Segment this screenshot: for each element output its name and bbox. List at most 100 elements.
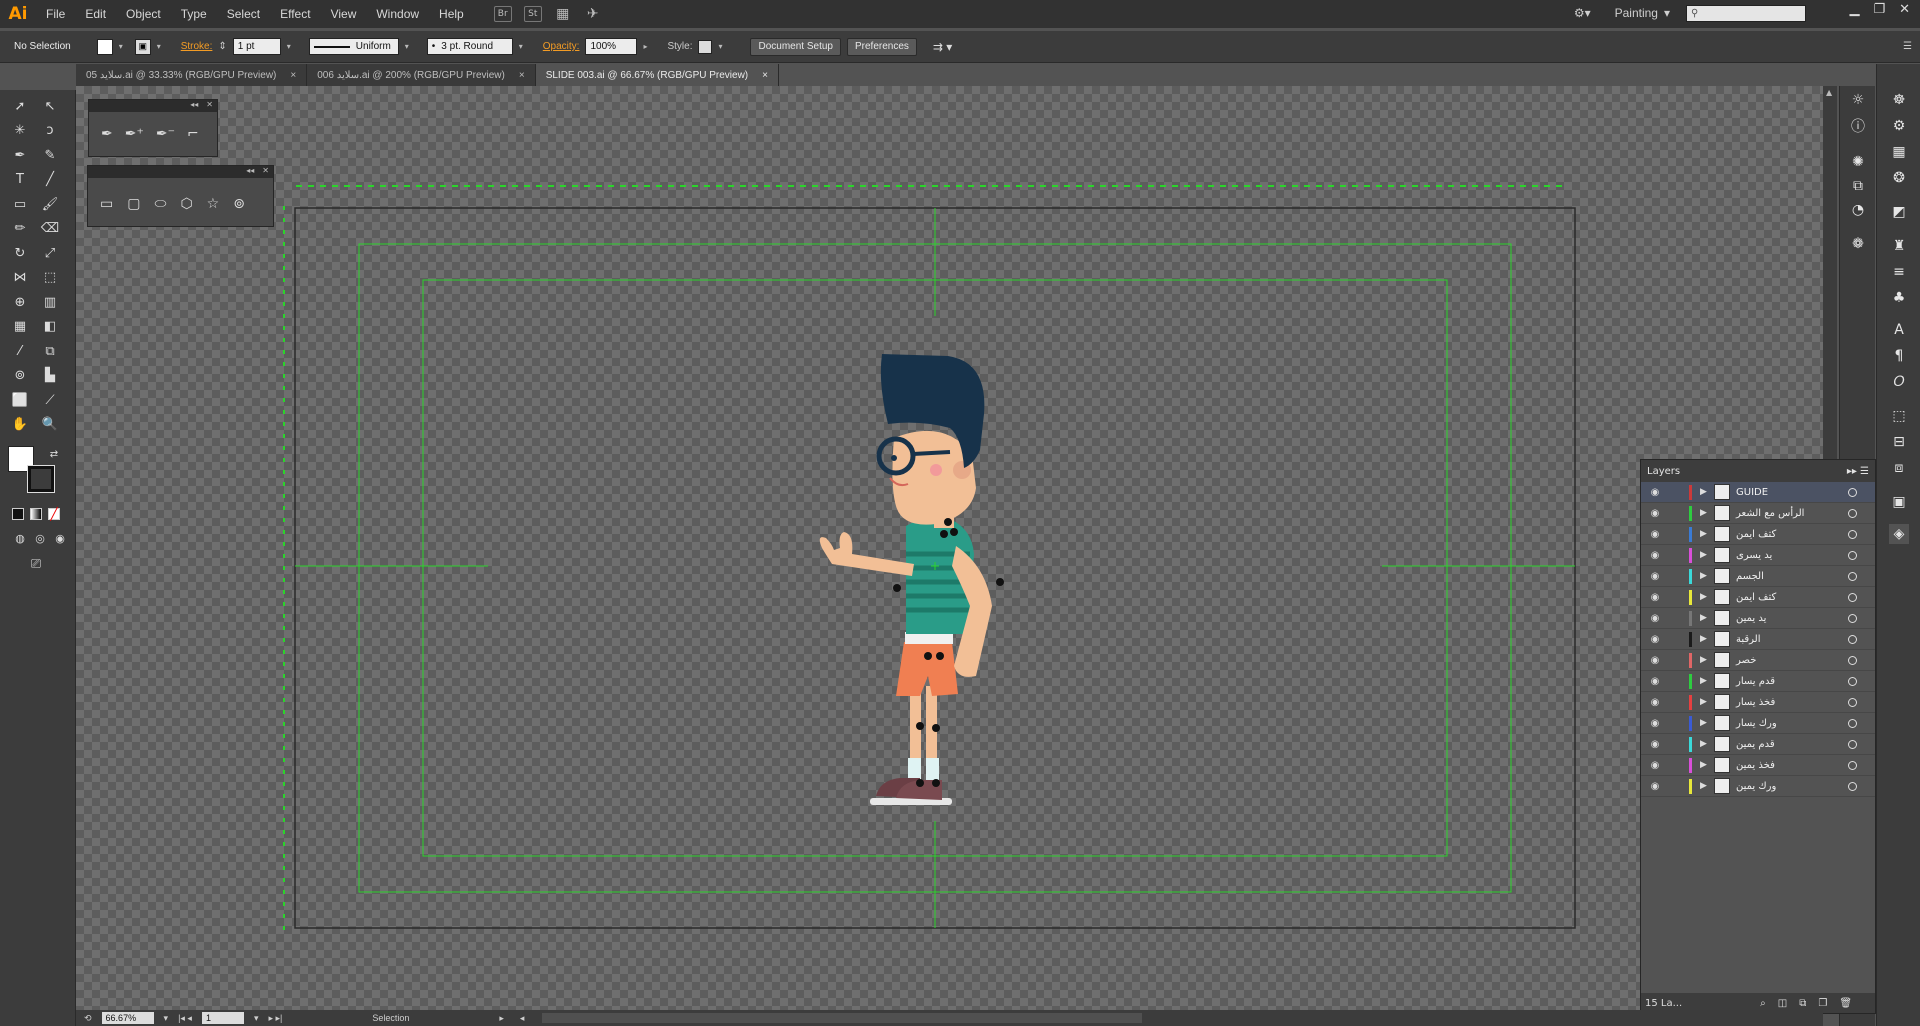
- expand-arrow-icon[interactable]: ▶: [1700, 634, 1710, 644]
- close-icon[interactable]: ✕: [262, 166, 269, 178]
- none-mode-icon[interactable]: ╱: [48, 508, 60, 520]
- artboard-number-field[interactable]: 1: [201, 1012, 244, 1024]
- symbols-club-icon[interactable]: ♣: [1889, 288, 1909, 308]
- color-mode-icon[interactable]: [12, 508, 24, 520]
- pathfinder-icon[interactable]: ⧈: [1889, 458, 1909, 478]
- layer-name[interactable]: الرقبة: [1736, 634, 1836, 645]
- rounded-rectangle-tool-icon[interactable]: ▢: [127, 196, 140, 212]
- layer-name[interactable]: GUIDE: [1736, 487, 1836, 498]
- visibility-eye-icon[interactable]: ◉: [1647, 550, 1663, 561]
- layer-row[interactable]: ◉ ▶ فخذ يمين: [1641, 755, 1875, 776]
- recolor-icon[interactable]: ⚙: [1889, 116, 1909, 136]
- close-icon[interactable]: ✕: [1899, 2, 1910, 17]
- layer-name[interactable]: الجسم: [1736, 571, 1836, 582]
- collapse-icon[interactable]: ◂◂: [190, 100, 198, 112]
- target-circle-icon[interactable]: [1848, 529, 1857, 539]
- layer-row[interactable]: ◉ ▶ فخذ يسار: [1641, 692, 1875, 713]
- visibility-eye-icon[interactable]: ◉: [1647, 718, 1663, 729]
- expand-arrow-icon[interactable]: ▶: [1700, 760, 1710, 770]
- layer-row[interactable]: ◉ ▶ يد يسرى: [1641, 545, 1875, 566]
- expand-arrow-icon[interactable]: ▶: [1700, 697, 1710, 707]
- layer-row[interactable]: ◉ ▶ ورك يمين: [1641, 776, 1875, 797]
- make-clipping-mask-icon[interactable]: ◫: [1778, 998, 1787, 1009]
- maximize-icon[interactable]: ❐: [1873, 2, 1885, 17]
- expand-arrow-icon[interactable]: ▶: [1700, 571, 1710, 581]
- anchor-point-tool-icon[interactable]: ⌐: [187, 126, 199, 142]
- target-circle-icon[interactable]: [1848, 592, 1857, 602]
- new-sublayer-icon[interactable]: ⧉: [1799, 998, 1806, 1009]
- expand-arrow-icon[interactable]: ▶: [1700, 781, 1710, 791]
- layer-row[interactable]: ◉ ▶ قدم يسار: [1641, 671, 1875, 692]
- opentype-icon[interactable]: 𝑂: [1889, 372, 1909, 392]
- target-circle-icon[interactable]: [1848, 571, 1857, 581]
- layer-name[interactable]: كتف ايمن: [1736, 529, 1836, 540]
- add-anchor-point-icon[interactable]: ✒⁺: [125, 126, 144, 142]
- menu-object[interactable]: Object: [116, 7, 171, 21]
- layer-name[interactable]: كتف ايمن: [1736, 592, 1836, 603]
- transparency-icon[interactable]: ◔: [1848, 200, 1868, 220]
- rectangle-tool-icon[interactable]: ▭: [100, 196, 113, 212]
- target-circle-icon[interactable]: [1848, 697, 1857, 707]
- chevron-down-icon[interactable]: ▾: [157, 42, 167, 51]
- rotate-view-icon[interactable]: ⟲: [84, 1013, 92, 1024]
- search-input[interactable]: ⚲: [1686, 5, 1806, 22]
- perspective-grid-tool-icon[interactable]: ▥: [40, 292, 60, 312]
- target-circle-icon[interactable]: [1848, 550, 1857, 560]
- paintbrush-tool-icon[interactable]: 🖌: [40, 194, 60, 214]
- menu-select[interactable]: Select: [217, 7, 270, 21]
- target-circle-icon[interactable]: [1848, 760, 1857, 770]
- chevron-down-icon[interactable]: ▾: [405, 42, 415, 51]
- draw-behind-icon[interactable]: ◎: [30, 528, 50, 548]
- blend-tool-icon[interactable]: ⧉: [40, 341, 60, 361]
- pen-tool-icon[interactable]: ✒: [101, 126, 113, 142]
- eyedropper-tool-icon[interactable]: ⁄: [10, 341, 30, 361]
- brush-definition[interactable]: • 3 pt. Round: [426, 38, 513, 55]
- direct-selection-tool-icon[interactable]: ↖: [40, 96, 60, 116]
- expand-arrow-icon[interactable]: ▶: [1700, 613, 1710, 623]
- stroke-color-swatch[interactable]: [27, 465, 55, 493]
- tab-slide-003[interactable]: SLIDE 003.ai @ 66.67% (RGB/GPU Preview) ×: [535, 64, 779, 86]
- visibility-eye-icon[interactable]: ◉: [1647, 781, 1663, 792]
- graphic-style-swatch[interactable]: [698, 39, 713, 54]
- variable-width-profile[interactable]: Uniform: [308, 38, 399, 55]
- visibility-eye-icon[interactable]: ◉: [1647, 739, 1663, 750]
- hand-tool-icon[interactable]: ✋: [10, 414, 30, 434]
- brushes-icon[interactable]: ❂: [1889, 168, 1909, 188]
- lasso-tool-icon[interactable]: ↄ: [40, 120, 60, 140]
- gradient-icon[interactable]: ◩: [1889, 202, 1909, 222]
- visibility-eye-icon[interactable]: ◉: [1647, 571, 1663, 582]
- target-circle-icon[interactable]: [1848, 739, 1857, 749]
- stroke-icon[interactable]: ≡: [1889, 262, 1909, 282]
- target-circle-icon[interactable]: [1848, 634, 1857, 644]
- layer-name[interactable]: فخذ يمين: [1736, 760, 1836, 771]
- stock-icon[interactable]: St: [523, 6, 542, 22]
- visibility-eye-icon[interactable]: ◉: [1647, 487, 1663, 498]
- swap-colors-icon[interactable]: ⇄: [44, 444, 64, 464]
- expand-arrow-icon[interactable]: ▶: [1700, 655, 1710, 665]
- ellipse-tool-icon[interactable]: ⬭: [154, 196, 166, 212]
- rectangle-tool-icon[interactable]: ▭: [10, 194, 30, 214]
- layer-row[interactable]: ◉ ▶ قدم يمين: [1641, 734, 1875, 755]
- shape-builder-tool-icon[interactable]: ⊕: [10, 292, 30, 312]
- slice-tool-icon[interactable]: ⟋: [40, 390, 60, 410]
- menu-file[interactable]: File: [36, 7, 75, 21]
- scale-tool-icon[interactable]: ⤢: [40, 243, 60, 263]
- expand-arrow-icon[interactable]: ▶: [1700, 487, 1710, 497]
- flare-tool-icon[interactable]: ⊚: [233, 196, 245, 212]
- zoom-level-field[interactable]: 66.67%: [101, 1012, 154, 1024]
- gpu-performance-icon[interactable]: ✈: [584, 6, 602, 22]
- layers-icon[interactable]: ◈: [1889, 524, 1909, 544]
- close-icon[interactable]: ×: [519, 70, 525, 81]
- chevron-down-icon[interactable]: ▾: [119, 42, 129, 51]
- layer-name[interactable]: قدم يمين: [1736, 739, 1836, 750]
- menu-window[interactable]: Window: [366, 7, 429, 21]
- layer-name[interactable]: الرأس مع الشعر: [1736, 508, 1836, 519]
- menu-edit[interactable]: Edit: [75, 7, 116, 21]
- expand-arrow-icon[interactable]: ▶: [1700, 508, 1710, 518]
- layer-name[interactable]: قدم يسار: [1736, 676, 1836, 687]
- arrange-documents-icon[interactable]: ▦: [554, 6, 572, 22]
- opacity-field[interactable]: 100%: [585, 38, 638, 55]
- layer-row[interactable]: ◉ ▶ الجسم: [1641, 566, 1875, 587]
- align-icon[interactable]: ⇉ ▾: [933, 40, 952, 54]
- gradient-tool-icon[interactable]: ◧: [40, 316, 60, 336]
